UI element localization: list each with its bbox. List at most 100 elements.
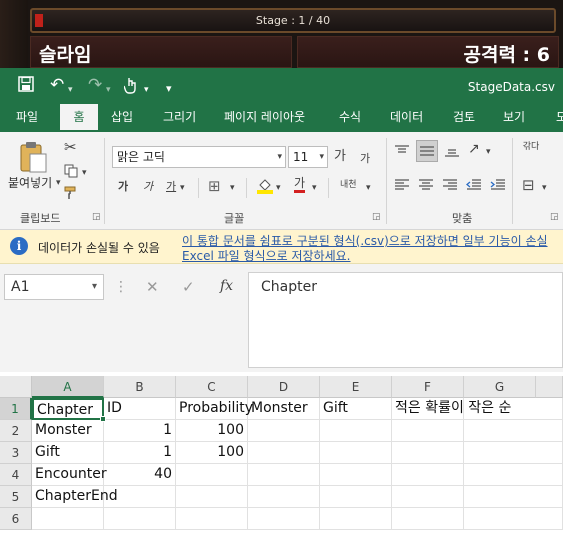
redo-icon[interactable]: ↷: [88, 76, 102, 94]
save-icon[interactable]: [18, 76, 34, 96]
font-launcher-icon[interactable]: ◲: [372, 212, 381, 222]
cell-b6[interactable]: [104, 508, 176, 530]
touch-mode-icon[interactable]: [123, 76, 138, 98]
cell-f1[interactable]: 적은 확률이 작은 순: [392, 398, 511, 420]
shrink-font-button[interactable]: 가: [360, 152, 370, 166]
copy-icon[interactable]: [64, 164, 78, 182]
cell-b3[interactable]: 1: [104, 442, 176, 464]
undo-icon[interactable]: ↶: [50, 76, 64, 94]
cell-a3[interactable]: Gift: [32, 442, 104, 464]
cell-g3[interactable]: [464, 442, 563, 464]
merge-dropdown-icon[interactable]: ▾: [542, 181, 547, 195]
phonetic-dropdown-icon[interactable]: ▾: [366, 181, 371, 195]
align-top-icon[interactable]: [394, 144, 410, 162]
borders-icon[interactable]: ⊞: [208, 179, 221, 194]
tab-view[interactable]: 보기: [495, 104, 533, 132]
cell-e3[interactable]: [320, 442, 392, 464]
align-center-icon[interactable]: [418, 178, 434, 196]
font-color-button[interactable]: 가: [294, 177, 306, 193]
column-header-g[interactable]: G: [464, 376, 536, 398]
fill-color-dropdown-icon[interactable]: ▾: [276, 181, 281, 195]
row-header-6[interactable]: 6: [0, 508, 32, 530]
orientation-icon[interactable]: ↗: [468, 142, 480, 156]
cell-f2[interactable]: [392, 420, 464, 442]
cell-c3[interactable]: 100: [176, 442, 248, 464]
row-header-4[interactable]: 4: [0, 464, 32, 486]
cell-e6[interactable]: [320, 508, 392, 530]
underline-dropdown-icon[interactable]: ▾: [180, 181, 185, 195]
column-header-d[interactable]: D: [248, 376, 320, 398]
select-all-button[interactable]: [0, 376, 32, 398]
cell-d4[interactable]: [248, 464, 320, 486]
touch-mode-dropdown-icon[interactable]: ▾: [144, 81, 149, 99]
decrease-indent-icon[interactable]: [465, 178, 482, 196]
warning-message-link-line2[interactable]: Excel 파일 형식으로 저장하세요.: [182, 247, 351, 264]
cell-g1[interactable]: [464, 398, 563, 420]
cell-b4[interactable]: 40: [104, 464, 176, 486]
paste-button-label[interactable]: 붙여넣기: [8, 176, 52, 190]
tab-review[interactable]: 검토: [445, 104, 483, 132]
cut-icon[interactable]: ✂: [64, 140, 77, 155]
borders-dropdown-icon[interactable]: ▾: [230, 181, 235, 195]
tab-more[interactable]: 도: [548, 104, 563, 132]
tab-page-layout[interactable]: 페이지 레이아웃: [216, 104, 313, 132]
format-painter-icon[interactable]: [64, 186, 78, 204]
row-header-1[interactable]: 1: [0, 398, 32, 420]
font-color-dropdown-icon[interactable]: ▾: [312, 181, 317, 195]
paste-icon[interactable]: [18, 140, 48, 178]
cell-e1[interactable]: Gift: [320, 398, 392, 420]
cell-d2[interactable]: [248, 420, 320, 442]
italic-button[interactable]: 가: [143, 180, 153, 194]
column-header-overflow[interactable]: [536, 376, 563, 398]
name-box[interactable]: A1 ▾: [4, 274, 104, 300]
align-middle-icon[interactable]: [416, 140, 438, 162]
cell-a4[interactable]: Encounter: [32, 464, 107, 486]
cell-c4[interactable]: [176, 464, 248, 486]
paste-dropdown-icon[interactable]: ▾: [56, 176, 61, 190]
column-header-a[interactable]: A: [32, 376, 104, 398]
cell-f6[interactable]: [392, 508, 464, 530]
fill-handle[interactable]: [100, 416, 106, 422]
cell-d1[interactable]: Monster: [248, 398, 320, 420]
row-header-5[interactable]: 5: [0, 486, 32, 508]
align-bottom-icon[interactable]: [444, 144, 460, 162]
cell-c2[interactable]: 100: [176, 420, 248, 442]
merge-center-icon[interactable]: ⊟: [522, 178, 535, 193]
redo-dropdown-icon[interactable]: ▾: [106, 81, 111, 99]
tab-file[interactable]: 파일: [8, 104, 46, 132]
alignment-launcher-icon[interactable]: ◲: [550, 212, 559, 222]
cell-f3[interactable]: [392, 442, 464, 464]
column-header-e[interactable]: E: [320, 376, 392, 398]
cell-b1[interactable]: ID: [104, 398, 176, 420]
phonetic-guide-button[interactable]: 내천: [340, 178, 357, 192]
increase-indent-icon[interactable]: [490, 178, 506, 196]
row-header-2[interactable]: 2: [0, 420, 32, 442]
tab-home[interactable]: 홈: [60, 104, 98, 132]
enter-icon[interactable]: ✓: [182, 278, 195, 296]
tab-insert[interactable]: 삽입: [103, 104, 141, 132]
tab-data[interactable]: 데이터: [382, 104, 431, 132]
cell-g4[interactable]: [464, 464, 563, 486]
cell-d3[interactable]: [248, 442, 320, 464]
column-header-f[interactable]: F: [392, 376, 464, 398]
undo-dropdown-icon[interactable]: ▾: [68, 81, 73, 99]
row-header-3[interactable]: 3: [0, 442, 32, 464]
cell-e4[interactable]: [320, 464, 392, 486]
cell-a5[interactable]: ChapterEnd: [32, 486, 118, 508]
fill-color-icon[interactable]: [256, 176, 274, 198]
cancel-icon[interactable]: ✕: [146, 278, 159, 296]
cell-a1[interactable]: Chapter: [32, 398, 104, 420]
cell-g5[interactable]: [464, 486, 563, 508]
font-name-select[interactable]: 맑은 고딕 ▾: [112, 146, 286, 168]
tab-draw[interactable]: 그리기: [155, 104, 204, 132]
cell-c5[interactable]: [176, 486, 248, 508]
formula-input[interactable]: Chapter: [248, 272, 563, 368]
cell-a6[interactable]: [32, 508, 104, 530]
copy-dropdown-icon[interactable]: ▾: [82, 166, 87, 180]
wrap-text-icon[interactable]: 갂다: [522, 142, 540, 152]
align-left-icon[interactable]: [394, 178, 410, 196]
cell-d6[interactable]: [248, 508, 320, 530]
cell-e2[interactable]: [320, 420, 392, 442]
insert-function-icon[interactable]: fx: [220, 278, 233, 294]
drag-handle-icon[interactable]: ⋮: [114, 279, 128, 295]
